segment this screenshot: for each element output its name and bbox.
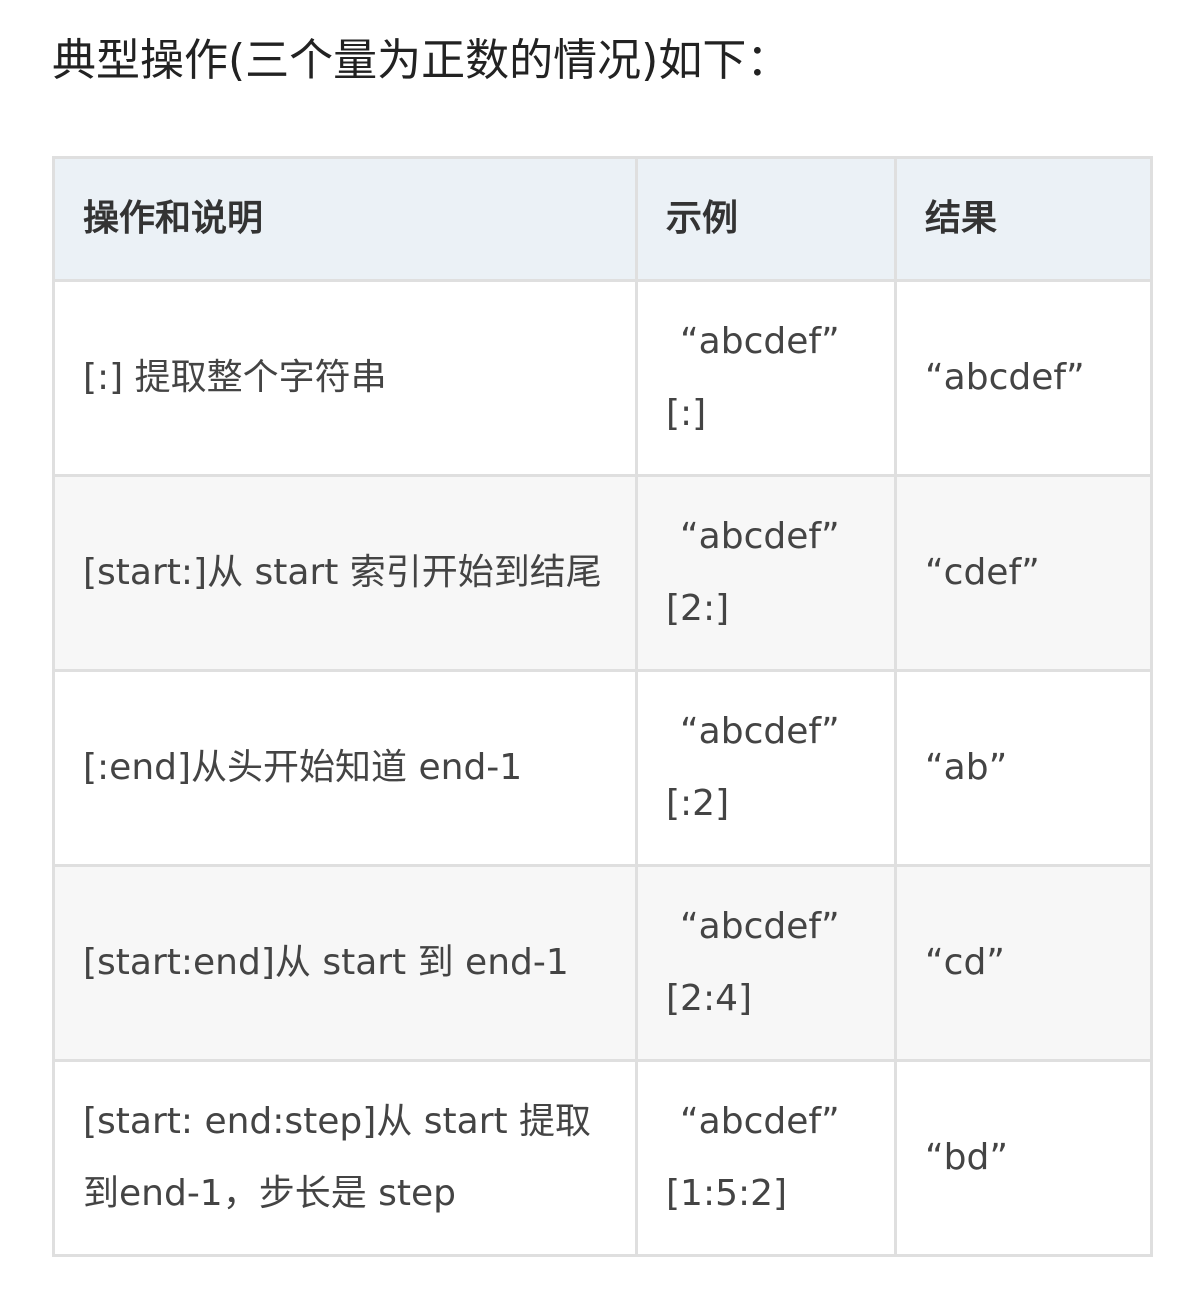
table-row: [start:]从 start 索引开始到结尾 “abcdef” [2:] “c…: [52, 474, 1153, 672]
result-cell: “cdef”: [894, 474, 1153, 672]
section-heading: 典型操作(三个量为正数的情况)如下：: [52, 35, 791, 86]
example-slice: [:2]: [666, 783, 730, 824]
example-slice: [2:]: [666, 588, 730, 629]
result-cell: “abcdef”: [894, 279, 1153, 477]
example-string: “abcdef”: [680, 711, 840, 752]
operation-cell: [start:]从 start 索引开始到结尾: [52, 474, 638, 672]
example-cell: “abcdef” [2:]: [635, 474, 897, 672]
example-string: “abcdef”: [680, 906, 840, 947]
operation-cell: [:end]从头开始知道 end-1: [52, 669, 638, 867]
slice-operations-table: 操作和说明 示例 结果 [:] 提取整个字符串 “abcdef” [:] “ab…: [52, 156, 1153, 1257]
example-slice: [1:5:2]: [666, 1173, 788, 1214]
header-example: 示例: [635, 156, 897, 282]
table-header-row: 操作和说明 示例 结果: [52, 156, 1153, 282]
table-row: [:] 提取整个字符串 “abcdef” [:] “abcdef”: [52, 279, 1153, 477]
table-row: [start:end]从 start 到 end-1 “abcdef” [2:4…: [52, 864, 1153, 1062]
table-row: [start: end:step]从 start 提取到end-1，步长是 st…: [52, 1059, 1153, 1257]
result-cell: “bd”: [894, 1059, 1153, 1257]
result-cell: “cd”: [894, 864, 1153, 1062]
example-cell: “abcdef” [2:4]: [635, 864, 897, 1062]
example-string: “abcdef”: [680, 1101, 840, 1142]
example-cell: “abcdef” [1:5:2]: [635, 1059, 897, 1257]
example-slice: [2:4]: [666, 978, 753, 1019]
operation-cell: [:] 提取整个字符串: [52, 279, 638, 477]
example-string: “abcdef”: [680, 321, 840, 362]
result-cell: “ab”: [894, 669, 1153, 867]
example-cell: “abcdef” [:2]: [635, 669, 897, 867]
operation-cell: [start: end:step]从 start 提取到end-1，步长是 st…: [52, 1059, 638, 1257]
example-string: “abcdef”: [680, 516, 840, 557]
header-result: 结果: [894, 156, 1153, 282]
example-cell: “abcdef” [:]: [635, 279, 897, 477]
header-operation: 操作和说明: [52, 156, 638, 282]
operation-cell: [start:end]从 start 到 end-1: [52, 864, 638, 1062]
table-row: [:end]从头开始知道 end-1 “abcdef” [:2] “ab”: [52, 669, 1153, 867]
example-slice: [:]: [666, 393, 707, 434]
